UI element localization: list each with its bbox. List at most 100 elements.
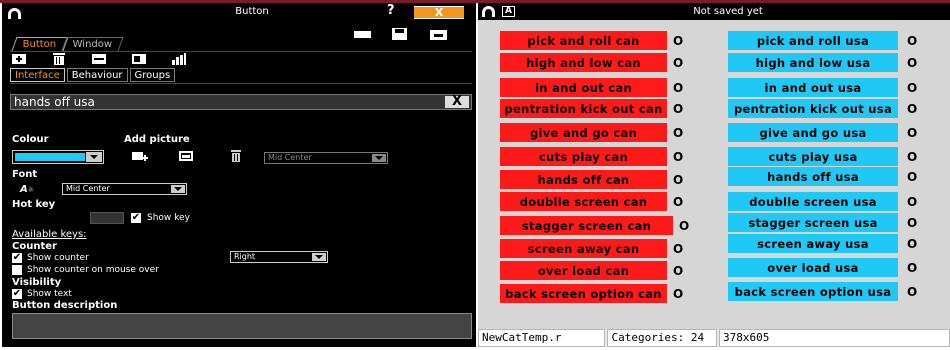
blue-category-button[interactable]: cuts play usa bbox=[728, 147, 898, 166]
red-category-button[interactable]: hands off can bbox=[500, 170, 667, 189]
button-counter: O bbox=[673, 126, 684, 140]
font-style-icon[interactable]: A☼ bbox=[20, 184, 34, 195]
red-category-button[interactable]: over load can bbox=[500, 261, 667, 280]
red-category-button[interactable]: pentration kick out can bbox=[500, 99, 667, 118]
hotkey-label: Hot key bbox=[12, 199, 56, 210]
divider bbox=[10, 51, 472, 52]
category-title: Not saved yet bbox=[693, 6, 763, 17]
blue-category-button[interactable]: screen away usa bbox=[728, 234, 898, 253]
font-position-dropdown[interactable]: Mid Center bbox=[62, 183, 187, 195]
clear-name-button[interactable]: X bbox=[445, 95, 469, 108]
colour-dropdown[interactable] bbox=[12, 150, 104, 164]
red-category-button[interactable]: stagger screen can bbox=[500, 216, 673, 235]
status-bar: NewCatTemp.r Categories: 24 378x605 bbox=[478, 329, 950, 347]
button-counter: O bbox=[673, 242, 684, 256]
show-counter-label: Show counter bbox=[27, 253, 89, 263]
status-categories: Categories: 24 bbox=[607, 329, 717, 347]
close-button[interactable]: X bbox=[414, 6, 464, 19]
button-counter: O bbox=[673, 195, 684, 209]
counter-position-dropdown[interactable]: Right bbox=[230, 251, 328, 263]
red-category-button[interactable]: high and low can bbox=[500, 53, 667, 72]
description-label: Button description bbox=[12, 300, 118, 311]
chevron-down-icon bbox=[312, 253, 326, 261]
red-category-button[interactable]: cuts play can bbox=[500, 147, 667, 166]
blue-category-button[interactable]: stagger screen usa bbox=[728, 213, 898, 232]
tab-interface[interactable]: Interface bbox=[10, 68, 65, 82]
picture-position-dropdown[interactable]: Mid Center bbox=[264, 152, 388, 164]
tab-button[interactable]: Button bbox=[11, 37, 69, 51]
pin-icon[interactable] bbox=[482, 6, 495, 17]
blue-category-button[interactable]: pentration kick out usa bbox=[728, 99, 898, 118]
editor-pin-icon[interactable] bbox=[8, 5, 21, 21]
add-button-icon[interactable] bbox=[12, 53, 26, 65]
button-description-input[interactable] bbox=[12, 313, 472, 339]
visibility-label: Visibility bbox=[12, 277, 62, 288]
blue-category-button[interactable]: doublle screen usa bbox=[728, 192, 898, 211]
sub-tabs: Interface Behaviour Groups bbox=[10, 68, 176, 82]
colour-swatch bbox=[15, 153, 85, 161]
chevron-down-icon bbox=[86, 152, 102, 162]
blue-category-button[interactable]: back screen option usa bbox=[728, 282, 898, 301]
tab-behaviour[interactable]: Behaviour bbox=[66, 68, 128, 82]
blue-category-button[interactable]: in and out usa bbox=[728, 78, 898, 97]
button-counter: O bbox=[907, 285, 918, 299]
red-category-button[interactable]: screen away can bbox=[500, 239, 667, 258]
red-category-button[interactable]: back screen option can bbox=[500, 284, 667, 303]
button-counter: O bbox=[679, 219, 690, 233]
button-counter: O bbox=[907, 126, 918, 140]
blue-category-button[interactable]: hands off usa bbox=[728, 167, 898, 186]
blue-category-button[interactable]: pick and roll usa bbox=[728, 31, 898, 50]
available-keys-link[interactable]: Available keys: bbox=[12, 229, 87, 240]
button-counter: O bbox=[673, 264, 684, 278]
button-counter: O bbox=[673, 173, 684, 187]
button-name-value: hands off usa bbox=[14, 95, 95, 109]
blue-category-button[interactable]: over load usa bbox=[728, 258, 898, 277]
delete-picture-icon[interactable] bbox=[230, 150, 244, 162]
button-counter: O bbox=[673, 81, 684, 95]
button-counter: O bbox=[907, 261, 918, 275]
button-counter: O bbox=[907, 34, 918, 48]
divider bbox=[10, 83, 472, 84]
image-icon[interactable] bbox=[179, 150, 193, 162]
blue-category-button[interactable]: high and low usa bbox=[728, 53, 898, 72]
button-counter: O bbox=[907, 56, 918, 70]
tab-window[interactable]: Window bbox=[60, 37, 124, 51]
show-key-label: Show key bbox=[147, 213, 190, 223]
button-counter: O bbox=[907, 216, 918, 230]
show-text-checkbox[interactable]: ✔ bbox=[12, 289, 22, 299]
button-counter: O bbox=[907, 237, 918, 251]
button-counter: O bbox=[673, 56, 684, 70]
delete-button-icon[interactable] bbox=[52, 53, 66, 65]
editor-title: Button bbox=[235, 6, 269, 17]
button-counter: O bbox=[673, 34, 684, 48]
chevron-down-icon bbox=[372, 154, 386, 162]
button-name-input[interactable]: hands off usa X bbox=[10, 94, 472, 110]
font-position-value: Mid Center bbox=[66, 184, 110, 193]
show-counter-checkbox[interactable]: ✔ bbox=[12, 253, 22, 263]
red-category-button[interactable]: pick and roll can bbox=[500, 31, 667, 50]
show-key-checkbox[interactable]: ✔ bbox=[131, 213, 141, 223]
hotkey-input[interactable] bbox=[90, 212, 124, 224]
red-category-button[interactable]: give and go can bbox=[500, 123, 667, 142]
button-counter: O bbox=[673, 287, 684, 301]
copy-button-icon[interactable] bbox=[132, 53, 146, 65]
red-category-button[interactable]: in and out can bbox=[500, 78, 667, 97]
button-counter: O bbox=[907, 102, 918, 116]
show-text-label: Show text bbox=[27, 289, 72, 299]
add-image-icon[interactable] bbox=[132, 150, 148, 162]
help-button[interactable]: ? bbox=[387, 3, 395, 18]
edit-layout-icon[interactable] bbox=[92, 53, 106, 65]
status-file: NewCatTemp.r bbox=[478, 329, 606, 347]
a-button[interactable]: A bbox=[502, 6, 515, 17]
red-category-button[interactable]: doublle screen can bbox=[500, 192, 667, 211]
show-counter-mouseover-checkbox[interactable] bbox=[12, 265, 22, 275]
button-counter: O bbox=[907, 170, 918, 184]
blue-category-button[interactable]: give and go usa bbox=[728, 123, 898, 142]
tab-groups[interactable]: Groups bbox=[129, 68, 176, 82]
button-counter: O bbox=[907, 195, 918, 209]
button-counter: O bbox=[673, 102, 684, 116]
category-window: A Not saved yet pick and roll can Ohigh a… bbox=[478, 3, 950, 347]
statistics-icon[interactable] bbox=[172, 53, 186, 65]
button-editor-panel: Button ? X Button Window Interface Behav… bbox=[2, 3, 476, 347]
button-toolbar bbox=[12, 53, 186, 67]
